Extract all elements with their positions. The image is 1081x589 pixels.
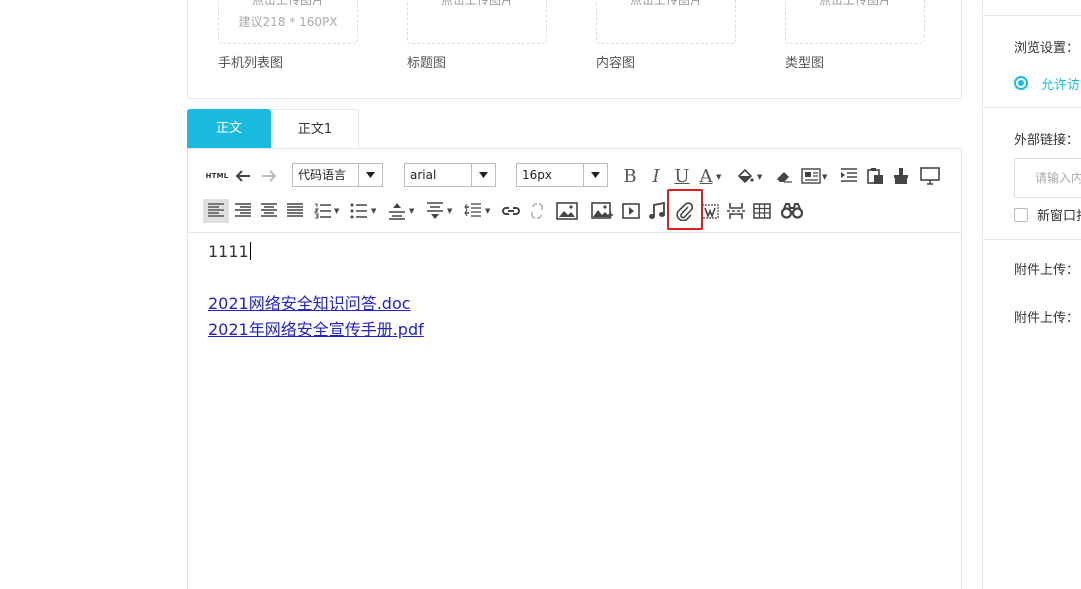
tab-body[interactable]: 正文 <box>187 109 271 149</box>
attachment-link-pdf[interactable]: 2021年网络安全宣传手册.pdf <box>208 317 424 343</box>
redo-icon[interactable] <box>259 165 279 187</box>
new-window-checkbox[interactable] <box>1014 208 1028 222</box>
ordered-list-icon[interactable] <box>312 200 334 222</box>
font-color-icon[interactable]: A <box>696 165 716 187</box>
format-painter-icon[interactable] <box>890 165 912 187</box>
upload-label-content: 内容图 <box>596 56 636 71</box>
align-justify-icon[interactable] <box>284 200 306 222</box>
page: 点击上传图片 建议218 * 160PX 手机列表图 点击上传图片 标题图 点击… <box>0 0 1081 589</box>
sidebar-divider <box>983 107 1081 108</box>
html-source-button[interactable]: HTML <box>206 165 229 187</box>
multi-image-icon[interactable] <box>590 200 614 222</box>
underline-icon[interactable]: U <box>673 165 691 187</box>
upload-label-type: 类型图 <box>785 56 825 71</box>
code-language-value: 代码语言 <box>298 168 347 182</box>
upload-button-mobile-list[interactable]: 点击上传图片 建议218 * 160PX <box>218 0 358 44</box>
link-icon[interactable] <box>500 200 522 222</box>
ordered-list-caret-icon: ▼ <box>334 207 340 215</box>
upload-size-hint: 建议218 * 160PX <box>238 15 338 29</box>
bgcolor-caret-icon: ▼ <box>757 173 763 181</box>
rich-text-editor: HTML 代码语言 arial 16px B I U A ▼ ▼ ▼ ▼ ▼ ▼… <box>187 148 962 589</box>
paragraph-spacing-caret-icon: ▼ <box>447 207 453 215</box>
font-size-select[interactable]: 16px <box>516 163 608 187</box>
chevron-down-icon <box>471 164 495 186</box>
editor-toolbar: HTML 代码语言 arial 16px B I U A ▼ ▼ ▼ ▼ ▼ ▼… <box>188 149 961 233</box>
preview-icon[interactable] <box>918 165 942 187</box>
undo-icon[interactable] <box>233 165 253 187</box>
sidebar-divider <box>983 15 1081 16</box>
italic-icon[interactable]: I <box>647 165 665 187</box>
allow-radio-label[interactable]: 允许访 <box>1041 74 1080 93</box>
image-icon[interactable] <box>555 200 579 222</box>
browse-settings-label: 浏览设置： <box>1014 41 1080 56</box>
upload-button-text: 点击上传图片 <box>440 0 513 7</box>
line-height-icon[interactable] <box>386 200 408 222</box>
template-icon[interactable] <box>700 200 720 222</box>
font-color-caret-icon: ▼ <box>716 173 722 181</box>
external-link-input[interactable]: 请输入内 <box>1014 158 1081 198</box>
upload-button-content[interactable]: 点击上传图片 <box>596 0 736 44</box>
music-icon[interactable] <box>647 200 667 222</box>
unlink-icon[interactable] <box>527 200 547 222</box>
tab-body-1[interactable]: 正文1 <box>271 109 359 149</box>
radio-dot <box>1018 80 1024 86</box>
page-break-icon[interactable] <box>726 200 746 222</box>
indent-icon[interactable] <box>838 165 860 187</box>
attachment-upload-label-1: 附件上传： <box>1014 263 1080 278</box>
align-left-icon[interactable] <box>203 199 229 223</box>
upload-button-text: 点击上传图片 <box>818 0 891 7</box>
sidebar-divider <box>983 239 1081 240</box>
outdent-caret-icon: ▼ <box>485 207 491 215</box>
paragraph-caret-icon: ▼ <box>822 173 828 181</box>
content-text: 1111 <box>208 242 249 261</box>
code-language-select[interactable]: 代码语言 <box>292 163 383 187</box>
external-link-label: 外部链接： <box>1014 133 1080 148</box>
align-right-icon[interactable] <box>232 200 254 222</box>
align-center-icon[interactable] <box>258 200 280 222</box>
attachment-link-doc[interactable]: 2021网络安全知识问答.doc <box>208 291 424 317</box>
editor-content[interactable]: 1111 2021网络安全知识问答.doc 2021年网络安全宣传手册.pdf <box>208 239 424 343</box>
search-replace-icon[interactable] <box>780 200 804 222</box>
eraser-icon[interactable] <box>773 165 795 187</box>
video-icon[interactable] <box>621 200 641 222</box>
attachment-upload-label-2: 附件上传： <box>1014 311 1080 326</box>
upload-label-mobile-list: 手机列表图 <box>218 56 284 71</box>
allow-radio[interactable] <box>1014 76 1028 90</box>
background-color-icon[interactable] <box>735 165 755 187</box>
paragraph-spacing-icon[interactable] <box>424 200 446 222</box>
right-sidebar: 浏览设置： 允许访 外部链接： 请输入内 新窗口打 附件上传： 附件上传： <box>982 0 1081 589</box>
text-cursor <box>249 242 251 260</box>
attachment-highlight-box <box>667 189 703 230</box>
paragraph-format-icon[interactable] <box>800 165 822 187</box>
image-upload-panel: 点击上传图片 建议218 * 160PX 手机列表图 点击上传图片 标题图 点击… <box>187 0 962 99</box>
upload-button-text: 点击上传图片 <box>251 0 324 7</box>
font-size-value: 16px <box>522 168 552 182</box>
line-height-caret-icon: ▼ <box>409 207 415 215</box>
upload-button-text: 点击上传图片 <box>629 0 702 7</box>
font-family-value: arial <box>410 168 437 182</box>
table-icon[interactable] <box>751 200 773 222</box>
chevron-down-icon <box>358 164 382 186</box>
content-line: 1111 <box>208 239 424 265</box>
bold-icon[interactable]: B <box>620 165 640 187</box>
upload-button-title[interactable]: 点击上传图片 <box>407 0 547 44</box>
new-window-label: 新窗口打 <box>1037 209 1081 224</box>
chevron-down-icon <box>583 164 607 186</box>
unordered-list-caret-icon: ▼ <box>371 207 377 215</box>
unordered-list-icon[interactable] <box>348 200 370 222</box>
paste-plain-icon[interactable] <box>864 165 886 187</box>
upload-button-type[interactable]: 点击上传图片 <box>785 0 925 44</box>
outdent-icon[interactable] <box>462 200 484 222</box>
upload-label-title: 标题图 <box>407 56 447 71</box>
font-family-select[interactable]: arial <box>404 163 496 187</box>
